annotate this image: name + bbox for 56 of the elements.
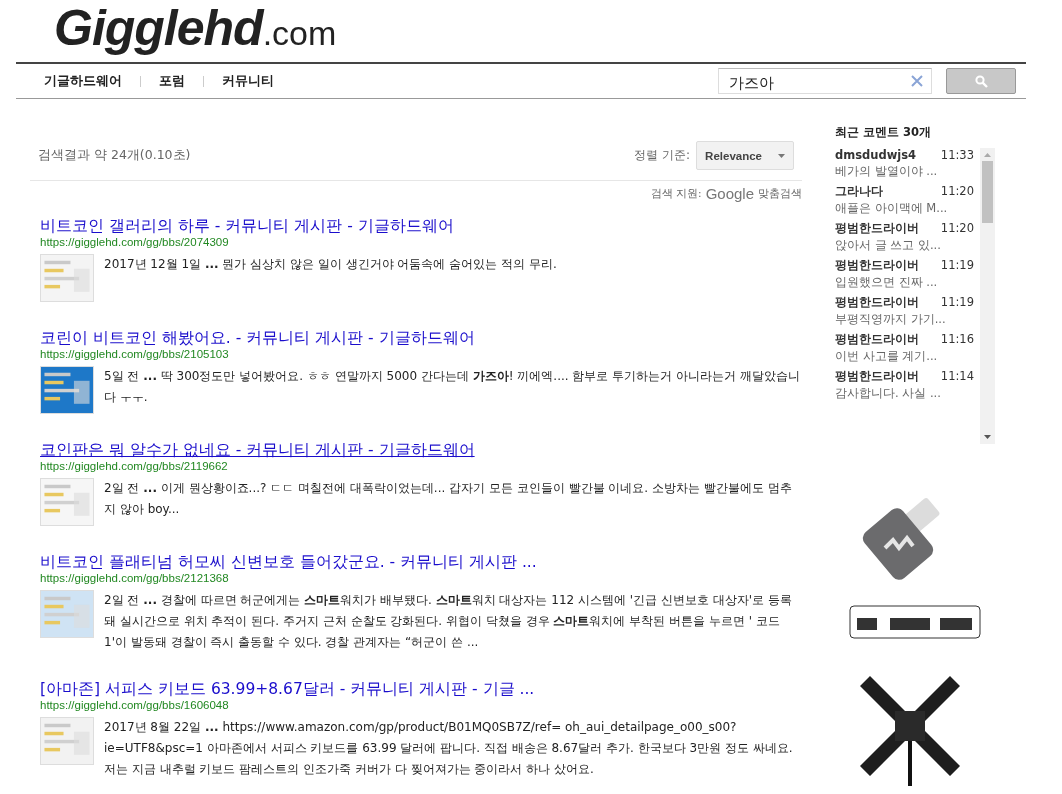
result-url: https://gigglehd.com/gg/bbs/2119662 [40,460,229,472]
nav-link[interactable]: 기글하드웨어 [44,72,122,90]
nav-link[interactable]: 포럼 [159,72,185,90]
comment-author[interactable]: 평범한드라이버 [835,332,919,347]
sidebar-title: 최근 코멘트 30개 [835,125,932,140]
comment-time: 11:20 [940,184,974,199]
result-title[interactable]: 코인판은 뭐 알수가 없네요 - 커뮤니티 게시판 - 기글하드웨어 [40,440,802,460]
nav-link[interactable]: 커뮤니티 [222,72,274,90]
comment-time: 11:16 [940,332,974,347]
comment-text[interactable]: 베가의 발열이야 ... [835,164,980,179]
scroll-thumb[interactable] [982,161,993,223]
result-snippet: 5일 전 ... 딱 300정도만 넣어봤어요. ㅎㅎ 연말까지 5000 간다는데 가즈아! 끼에엑.... 함부로 투기하는거 아니라는거 깨달았습니다 ㅜㅜ. [104,368,801,406]
google-logo: Google [705,185,754,202]
site-logo[interactable]: Gigglehd [54,0,263,56]
powered-suffix: 맞춤검색 [758,186,802,201]
scroll-down-icon[interactable] [984,435,991,439]
result-url: https://gigglehd.com/gg/bbs/2105103 [40,348,230,360]
powered-label: 검색 지원: [650,186,702,201]
result-snippet: 2017년 8월 22일 ... https://www.amazon.com/gp/product/B01MQ0SB7Z/ref= oh_aui_detailpage_o00_s00?ie=UTF8&psc=1 아마존에서 서피스 키보드를 63.99 달러에 팝니다. 직접 배송은 8.67달러 추가. 한국보다 3만원 정도 싸네요. 저는 지금 내추럴 키보드 팜레스트의 인조가죽 커버가 다 찢어져가는 중이라서 하나 샀어요. [104,719,794,778]
result-title[interactable]: 비트코인 갤러리의 하루 - 커뮤니티 게시판 - 기글하드웨어 [40,216,802,236]
result-count: 검색결과 약 24개(0.10초) [38,147,191,164]
comment-text[interactable]: 감사합니다. 사실 ... [835,386,980,401]
search-field[interactable]: 가즈아 [718,68,932,94]
comment-text[interactable]: 부평직영까지 가기... [835,312,980,327]
scroll-up-icon[interactable] [984,153,991,157]
result-snippet: 2일 전 ... 경찰에 따르면 허군에게는 스마트워치가 배부됐다. 스마트워치 대상자는 112 시스템에 '긴급 신변보호 대상자'로 등록돼 실시간으로 위치 추적이 된다. 주거지 근처 순찰도 강화된다. 위협이 닥쳤을 경우 스마트워치에 부착된 버튼을 누르면 ' 코드1'이 발동돼 경찰이 즉시 출동할 수 있다. 경찰 관계자는 “허군이 쓴 ... [104,592,793,651]
result-title[interactable]: 비트코인 플래티넘 허모씨 신변보호 들어갔군요. - 커뮤니티 게시판 ... [40,552,802,572]
comment-time: 11:20 [940,221,974,236]
comment-text[interactable]: 이번 사고를 계기... [835,349,980,364]
search-button[interactable] [946,68,1016,94]
comment-author[interactable]: 평범한드라이버 [835,258,919,273]
comment-time: 11:19 [940,258,974,273]
result-snippet: 2일 전 ... 이게 뭔상황이죠...? ㄷㄷ 며칠전에 대폭락이었는데... 갑자기 모든 코인들이 빨간불 이네요. 소방차는 빨간불에도 멈추지 않아 boy... [104,480,793,518]
caret-icon [778,153,785,158]
comment-text[interactable]: 애플은 아이맥에 M... [835,201,980,216]
result-url: https://gigglehd.com/gg/bbs/1606048 [40,699,230,711]
comment-author[interactable]: 평범한드라이버 [835,369,919,384]
clear-icon[interactable] [911,75,923,87]
comment-time: 11:14 [940,369,974,384]
comment-author[interactable]: 그라나다 [835,184,883,199]
result-title[interactable]: 코린이 비트코인 해봤어요. - 커뮤니티 게시판 - 기글하드웨어 [40,328,802,348]
comment-author[interactable]: dmsdudwjs4 [835,148,917,162]
comment-time: 11:19 [940,295,974,310]
comment-author[interactable]: 평범한드라이버 [835,295,919,310]
sort-label: 정렬 기준: [634,147,691,164]
comment-time: 11:33 [940,148,974,162]
comment-text[interactable]: 앉아서 글 쓰고 있... [835,238,980,253]
search-icon [974,74,988,88]
comment-text[interactable]: 입원했으면 진짜 ... [835,275,980,290]
comment-author[interactable]: 평범한드라이버 [835,221,919,236]
sort-dropdown[interactable]: Relevance [696,141,794,170]
result-url: https://gigglehd.com/gg/bbs/2074309 [40,236,230,248]
result-snippet: 2017년 12월 1일 ... 뭔가 심상치 않은 일이 생긴거야 어둠속에 숨어있는 적의 무리. [104,256,557,273]
scrollbar[interactable] [980,148,995,444]
result-url: https://gigglehd.com/gg/bbs/2121368 [40,572,230,584]
result-title[interactable]: [아마존] 서피스 키보드 63.99+8.67달러 - 커뮤니티 게시판 - 기글 ... [40,679,802,699]
